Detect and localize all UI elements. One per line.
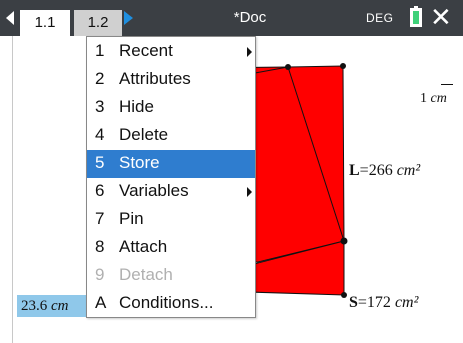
menu-item-label: Pin bbox=[119, 209, 144, 228]
menu-item-key: A bbox=[95, 293, 107, 312]
vertex-point[interactable] bbox=[340, 63, 346, 69]
menu-item-conditions[interactable]: A Conditions... bbox=[87, 290, 255, 318]
tab-page-1-1[interactable]: 1.1 bbox=[20, 10, 70, 36]
angle-mode-indicator: DEG bbox=[366, 11, 394, 25]
menu-item-label: Conditions... bbox=[119, 293, 214, 312]
menu-item-attach[interactable]: 8 Attach bbox=[87, 234, 255, 262]
menu-item-label: Detach bbox=[119, 265, 173, 284]
menu-item-key: 5 bbox=[95, 153, 105, 172]
menu-item-attributes[interactable]: 2 Attributes bbox=[87, 66, 255, 94]
menu-item-detach: 9 Detach bbox=[87, 262, 255, 290]
menu-item-label: Delete bbox=[119, 125, 169, 144]
page-left-edge bbox=[0, 36, 13, 343]
menu-item-key: 7 bbox=[95, 209, 105, 228]
document-toolbar: 1.1 1.2 *Doc DEG ✕ bbox=[0, 0, 463, 36]
menu-item-pin[interactable]: 7 Pin bbox=[87, 206, 255, 234]
context-menu: 1 Recent 2 Attributes 3 Hide 4 Delete 5 … bbox=[86, 36, 256, 318]
menu-item-hide[interactable]: 3 Hide bbox=[87, 94, 255, 122]
menu-item-label: Attributes bbox=[119, 69, 191, 88]
next-page-icon[interactable] bbox=[124, 11, 133, 25]
vertex-point[interactable] bbox=[285, 64, 291, 70]
area-measurement-s[interactable]: S=172 cm² bbox=[349, 294, 418, 312]
menu-item-key: 2 bbox=[95, 69, 105, 88]
menu-item-key: 3 bbox=[95, 97, 105, 116]
menu-item-label: Store bbox=[119, 153, 160, 172]
previous-page-icon[interactable] bbox=[6, 11, 14, 25]
submenu-arrow-icon bbox=[247, 47, 252, 57]
close-icon[interactable]: ✕ bbox=[430, 4, 452, 30]
area-measurement-l[interactable]: L=266 cm² bbox=[349, 162, 420, 180]
menu-item-key: 8 bbox=[95, 237, 105, 256]
menu-item-label: Recent bbox=[119, 41, 173, 60]
menu-item-store[interactable]: 5 Store bbox=[87, 150, 255, 178]
menu-item-label: Hide bbox=[119, 97, 154, 116]
menu-item-variables[interactable]: 6 Variables bbox=[87, 178, 255, 206]
menu-item-label: Attach bbox=[119, 237, 168, 256]
vertex-point[interactable] bbox=[340, 237, 348, 245]
submenu-arrow-icon bbox=[247, 187, 252, 197]
menu-item-key: 4 bbox=[95, 125, 105, 144]
scale-label: 1​ cm bbox=[420, 91, 447, 106]
menu-item-label: Variables bbox=[119, 181, 189, 200]
menu-item-delete[interactable]: 4 Delete bbox=[87, 122, 255, 150]
menu-item-key: 6 bbox=[95, 181, 105, 200]
vertex-point[interactable] bbox=[341, 292, 347, 298]
tab-page-1-2[interactable]: 1.2 bbox=[74, 10, 122, 36]
document-title: *Doc bbox=[233, 9, 267, 26]
menu-item-recent[interactable]: 1 Recent bbox=[87, 38, 255, 66]
menu-item-key: 9 bbox=[95, 265, 105, 284]
battery-icon bbox=[410, 6, 422, 27]
scale-bar bbox=[441, 84, 453, 85]
menu-item-key: 1 bbox=[95, 41, 105, 60]
